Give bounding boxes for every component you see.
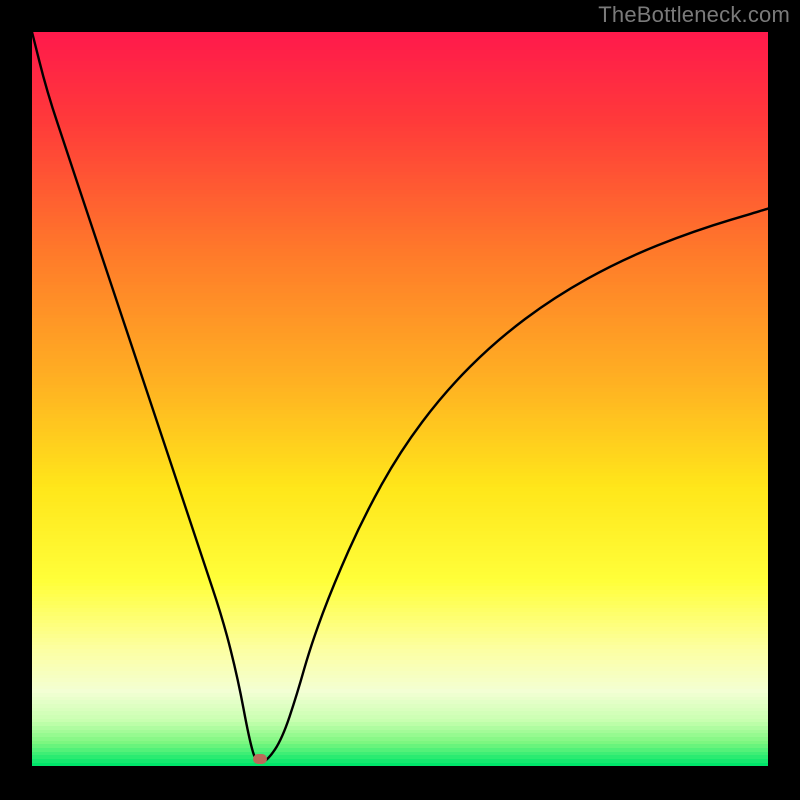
chart-frame: TheBottleneck.com bbox=[0, 0, 800, 800]
plot-area bbox=[32, 32, 768, 768]
gradient-background bbox=[32, 32, 768, 766]
optimal-point-marker bbox=[253, 754, 267, 764]
watermark-text: TheBottleneck.com bbox=[598, 2, 790, 28]
